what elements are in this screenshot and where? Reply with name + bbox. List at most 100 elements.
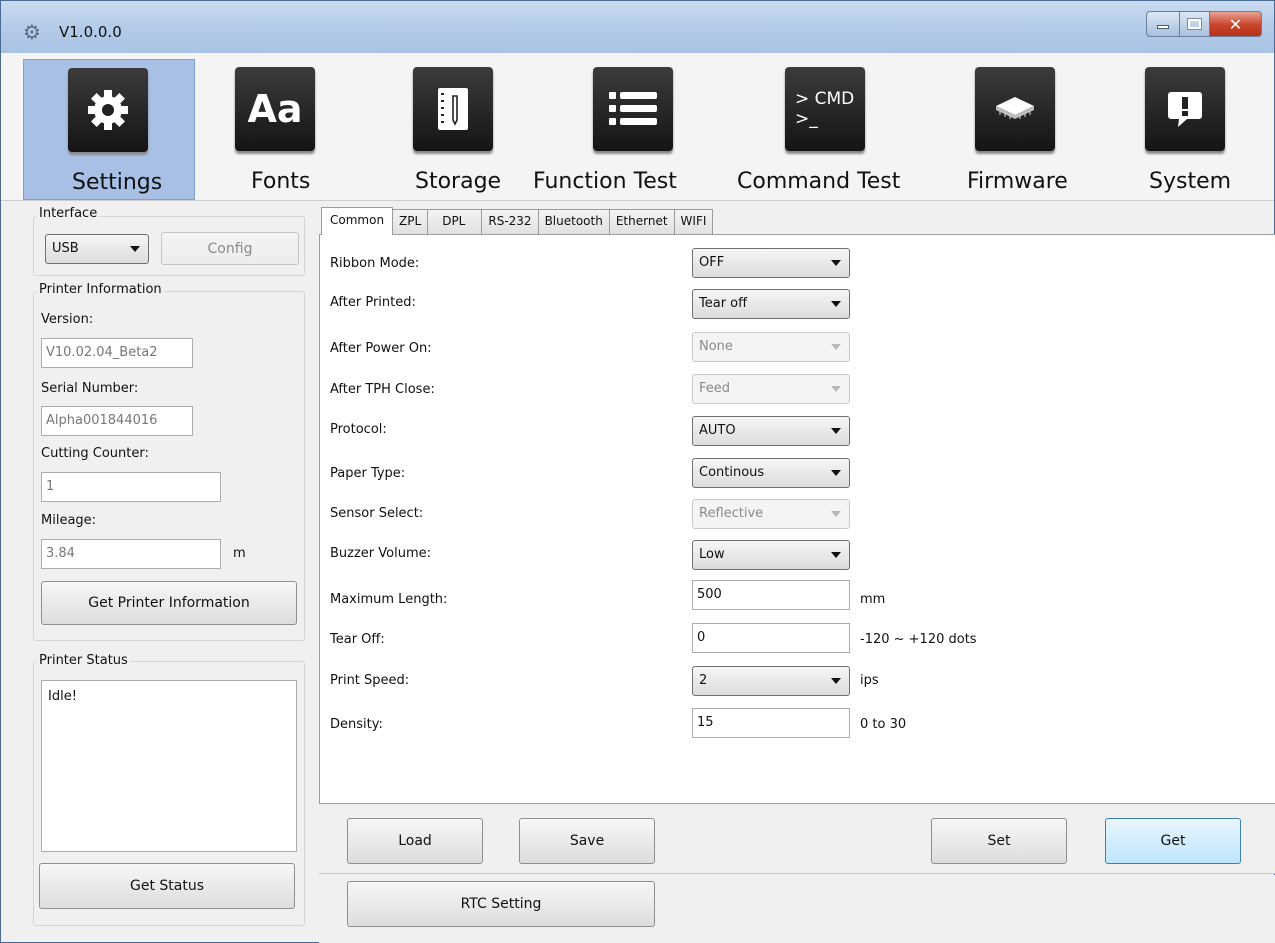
rtc-setting-button[interactable]: RTC Setting <box>347 881 655 927</box>
density-label: Density: <box>330 717 383 732</box>
serial-field[interactable]: Alpha001844016 <box>41 406 193 436</box>
config-button[interactable]: Config <box>161 232 299 265</box>
ribbon-mode-select[interactable]: OFF <box>692 248 850 278</box>
cmd-icon-line1: > CMD <box>795 89 855 109</box>
tab-ethernet[interactable]: Ethernet <box>608 209 675 235</box>
after-tph-close-select[interactable]: Feed <box>692 374 850 404</box>
mileage-field[interactable]: 3.84 <box>41 539 221 569</box>
version-label: Version: <box>41 312 94 327</box>
chevron-down-icon <box>831 552 841 558</box>
action-bar: Load Save Set Get <box>319 804 1275 874</box>
app-gear-icon: ⚙ <box>23 20 41 44</box>
minimize-button[interactable] <box>1146 11 1180 37</box>
cmd-icon: > CMD >_ <box>785 67 865 151</box>
toolbar-settings[interactable]: Settings <box>23 59 195 200</box>
chevron-down-icon <box>831 301 841 307</box>
ribbon-mode-value: OFF <box>699 255 725 270</box>
chevron-down-icon <box>831 260 841 266</box>
protocol-value: AUTO <box>699 423 736 438</box>
window-controls: ✕ <box>1146 11 1262 37</box>
mileage-label: Mileage: <box>41 513 97 528</box>
tab-dpl[interactable]: DPL <box>427 209 483 235</box>
buzzer-volume-value: Low <box>699 547 725 562</box>
maximum-length-field[interactable]: 500 <box>692 580 850 610</box>
tear-off-field[interactable]: 0 <box>692 623 850 653</box>
toolbar-system-label: System <box>1149 169 1232 194</box>
buzzer-volume-label: Buzzer Volume: <box>330 546 432 561</box>
toolbar-function-test-label: Function Test <box>533 169 677 194</box>
chevron-down-icon <box>831 386 841 392</box>
toolbar-function-test[interactable]: Function Test <box>529 59 739 200</box>
close-icon: ✕ <box>1228 14 1243 34</box>
after-tph-close-value: Feed <box>699 381 731 396</box>
alert-icon <box>1145 67 1225 151</box>
protocol-label: Protocol: <box>330 422 387 437</box>
buzzer-volume-select[interactable]: Low <box>692 540 850 570</box>
toolbar-settings-label: Settings <box>72 170 163 195</box>
toolbar-firmware[interactable]: Firmware <box>961 59 1101 200</box>
save-button[interactable]: Save <box>519 818 655 864</box>
sensor-select-select[interactable]: Reflective <box>692 499 850 529</box>
get-printer-information-button[interactable]: Get Printer Information <box>41 581 297 625</box>
print-speed-unit: ips <box>860 673 879 688</box>
tab-rs232[interactable]: RS-232 <box>481 209 539 235</box>
toolbar-command-test-label: Command Test <box>737 169 901 194</box>
toolbar-storage[interactable]: Storage <box>401 59 531 200</box>
print-speed-select[interactable]: 2 <box>692 666 850 696</box>
tab-common[interactable]: Common <box>321 207 394 235</box>
window-title: V1.0.0.0 <box>59 23 122 41</box>
app-window: ⚙ V1.0.0.0 ✕ Settings Aa Fonts Storage F… <box>0 0 1275 943</box>
density-field[interactable]: 15 <box>692 708 850 738</box>
interface-title: Interface <box>37 206 100 221</box>
common-settings-panel: Ribbon Mode: OFF After Printed: Tear off… <box>319 234 1275 804</box>
after-power-on-select[interactable]: None <box>692 332 850 362</box>
settings-tabs: Common ZPL DPL RS-232 Bluetooth Ethernet… <box>321 207 714 235</box>
chevron-down-icon <box>130 246 140 252</box>
interface-select[interactable]: USB <box>45 234 149 264</box>
chevron-down-icon <box>831 428 841 434</box>
chevron-down-icon <box>831 678 841 684</box>
density-unit: 0 to 30 <box>860 717 907 732</box>
tab-zpl[interactable]: ZPL <box>392 209 429 235</box>
cmd-icon-line2: >_ <box>795 109 818 129</box>
paper-type-value: Continous <box>699 465 765 480</box>
after-power-on-label: After Power On: <box>330 341 432 356</box>
set-button[interactable]: Set <box>931 818 1067 864</box>
load-button[interactable]: Load <box>347 818 483 864</box>
protocol-select[interactable]: AUTO <box>692 416 850 446</box>
get-button[interactable]: Get <box>1105 818 1241 864</box>
main-toolbar: Settings Aa Fonts Storage Function Test … <box>1 53 1274 201</box>
cutting-counter-field[interactable]: 1 <box>41 472 221 502</box>
tab-bluetooth[interactable]: Bluetooth <box>537 209 610 235</box>
mileage-unit: m <box>233 546 246 561</box>
printer-info-title: Printer Information <box>37 282 164 297</box>
printer-status-text[interactable]: Idle! <box>41 680 297 852</box>
cutting-counter-label: Cutting Counter: <box>41 446 149 461</box>
ribbon-mode-label: Ribbon Mode: <box>330 256 420 271</box>
sensor-select-value: Reflective <box>699 506 764 521</box>
toolbar-fonts[interactable]: Aa Fonts <box>221 59 331 200</box>
after-printed-select[interactable]: Tear off <box>692 289 850 319</box>
close-button[interactable]: ✕ <box>1210 11 1262 37</box>
toolbar-fonts-label: Fonts <box>251 169 311 194</box>
tear-off-label: Tear Off: <box>330 632 385 647</box>
sensor-select-label: Sensor Select: <box>330 506 424 521</box>
get-status-button[interactable]: Get Status <box>39 863 295 909</box>
after-tph-close-label: After TPH Close: <box>330 382 435 397</box>
paper-type-select[interactable]: Continous <box>692 458 850 488</box>
list-icon <box>593 67 673 151</box>
chevron-down-icon <box>831 511 841 517</box>
minimize-icon <box>1157 25 1169 29</box>
toolbar-firmware-label: Firmware <box>967 169 1068 194</box>
chevron-down-icon <box>831 344 841 350</box>
chevron-down-icon <box>831 470 841 476</box>
after-power-on-value: None <box>699 339 733 354</box>
version-field[interactable]: V10.02.04_Beta2 <box>41 338 193 368</box>
maximize-button[interactable] <box>1180 11 1210 37</box>
interface-select-value: USB <box>52 241 79 256</box>
maximize-icon <box>1187 18 1202 30</box>
toolbar-command-test[interactable]: > CMD >_ Command Test <box>737 59 927 200</box>
toolbar-system[interactable]: System <box>1141 59 1251 200</box>
tab-wifi[interactable]: WIFI <box>673 209 714 235</box>
print-speed-value: 2 <box>699 673 708 688</box>
